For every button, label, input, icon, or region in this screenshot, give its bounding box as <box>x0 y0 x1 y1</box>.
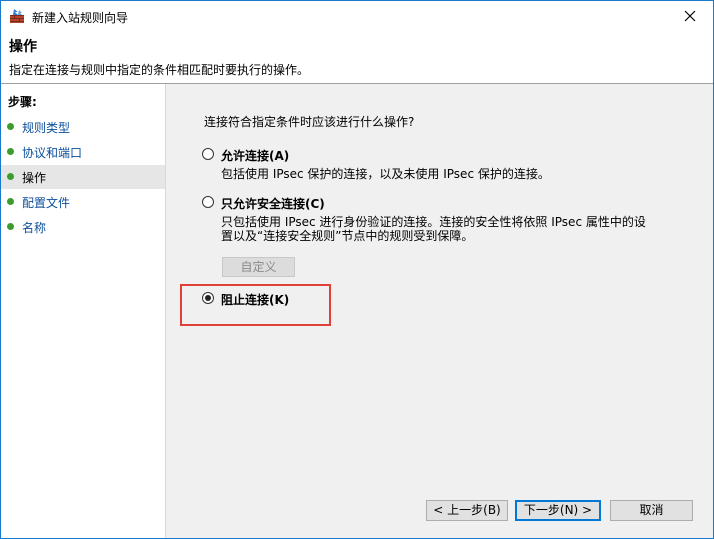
close-icon <box>684 10 696 22</box>
sidebar-item-label: 配置文件 <box>22 196 71 210</box>
sidebar-item-protocol-port[interactable]: 协议和端口 <box>1 140 165 164</box>
back-button[interactable]: < 上一步(B) <box>426 500 508 521</box>
block-connection-radio[interactable] <box>202 292 214 304</box>
sidebar-item-label: 操作 <box>22 171 47 185</box>
firewall-app-icon <box>10 9 24 23</box>
allow-connection-description: 包括使用 IPsec 保护的连接，以及未使用 IPsec 保护的连接。 <box>221 167 550 181</box>
sidebar-item-label: 名称 <box>22 221 47 235</box>
cancel-button[interactable]: 取消 <box>610 500 693 521</box>
title-bar[interactable]: 新建入站规则向导 <box>1 1 713 31</box>
window-title: 新建入站规则向导 <box>32 11 129 25</box>
allow-secure-description-line2: 置以及“连接安全规则”节点中的规则受到保障。 <box>221 229 474 243</box>
main-content: 连接符合指定条件时应该进行什么操作? 允许连接(A) 包括使用 IPsec 保护… <box>166 84 713 538</box>
steps-sidebar: 步骤: 规则类型 协议和端口 操作 配置文件 名称 <box>1 84 166 538</box>
sidebar-item-action[interactable]: 操作 <box>1 165 165 189</box>
step-bullet-icon <box>7 123 14 130</box>
step-bullet-icon <box>7 223 14 230</box>
sidebar-item-name[interactable]: 名称 <box>1 215 165 239</box>
step-bullet-icon <box>7 173 14 180</box>
sidebar-item-rule-type[interactable]: 规则类型 <box>1 115 165 139</box>
page-title: 操作 <box>9 39 37 55</box>
customize-button: 自定义 <box>222 257 295 277</box>
action-question: 连接符合指定条件时应该进行什么操作? <box>204 115 415 129</box>
allow-secure-radio[interactable] <box>202 196 214 208</box>
allow-secure-label[interactable]: 只允许安全连接(C) <box>221 195 325 212</box>
sidebar-item-label: 协议和端口 <box>22 146 83 160</box>
allow-secure-description-line1: 只包括使用 IPsec 进行身份验证的连接。连接的安全性将依照 IPsec 属性… <box>221 215 646 229</box>
allow-connection-label[interactable]: 允许连接(A) <box>221 147 289 164</box>
step-bullet-icon <box>7 198 14 205</box>
sidebar-item-label: 规则类型 <box>22 121 71 135</box>
page-description: 指定在连接与规则中指定的条件相匹配时要执行的操作。 <box>9 63 310 77</box>
allow-connection-radio[interactable] <box>202 148 214 160</box>
page-header: 操作 指定在连接与规则中指定的条件相匹配时要执行的操作。 <box>1 31 713 84</box>
steps-label: 步骤: <box>8 95 37 109</box>
sidebar-item-profile[interactable]: 配置文件 <box>1 190 165 214</box>
close-button[interactable] <box>667 1 713 31</box>
step-bullet-icon <box>7 148 14 155</box>
wizard-window: 新建入站规则向导 操作 指定在连接与规则中指定的条件相匹配时要执行的操作。 步骤… <box>0 0 714 539</box>
block-connection-label[interactable]: 阻止连接(K) <box>221 291 289 308</box>
next-button[interactable]: 下一步(N) > <box>515 500 601 521</box>
